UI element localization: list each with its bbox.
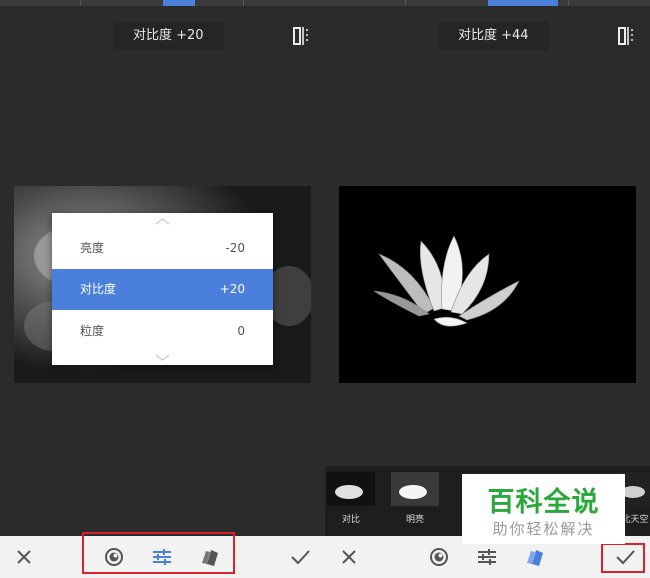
style-label: 对比 <box>341 515 360 525</box>
close-icon[interactable] <box>12 545 36 569</box>
menu-item-label: 对比度 <box>80 282 117 296</box>
menu-item-label: 亮度 <box>80 241 105 255</box>
style-preset-contrast[interactable]: 对比 <box>327 472 375 534</box>
styles-icon[interactable] <box>523 545 547 569</box>
menu-item-value: -20 <box>225 241 245 255</box>
adjustment-value-chip: 对比度 +20 <box>113 22 224 50</box>
style-thumbnail <box>391 472 439 506</box>
highlight-box <box>601 543 645 573</box>
preset-icon[interactable] <box>427 545 451 569</box>
style-thumbnail <box>327 472 375 506</box>
adjustment-slider-track[interactable] <box>0 0 325 6</box>
slider-tick <box>568 0 569 6</box>
menu-item-value: 0 <box>237 324 245 338</box>
slider-tick <box>405 0 406 6</box>
tune-icon[interactable] <box>475 545 499 569</box>
compare-icon[interactable] <box>292 26 312 46</box>
slider-active-segment[interactable] <box>488 0 558 6</box>
check-icon[interactable] <box>288 545 312 569</box>
watermark-logo: 百科全说 助你轻松解决 <box>462 474 625 544</box>
menu-item-grain[interactable]: 粒度 0 <box>52 311 273 351</box>
adjustment-slider-track[interactable] <box>325 0 650 6</box>
slider-active-segment[interactable] <box>163 0 195 6</box>
style-label: 明亮 <box>405 515 424 525</box>
chevron-down-icon[interactable] <box>52 352 273 364</box>
watermark-subtitle: 助你轻松解决 <box>492 520 595 538</box>
menu-item-value: +20 <box>219 282 245 296</box>
style-preset-bright[interactable]: 明亮 <box>391 472 439 534</box>
menu-item-label: 粒度 <box>80 324 105 338</box>
left-editor-screen: 对比度 +20 亮度 -20 对比度 +20 粒度 0 <box>0 0 325 578</box>
close-icon[interactable] <box>337 545 361 569</box>
highlight-box <box>82 532 235 574</box>
menu-item-contrast[interactable]: 对比度 +20 <box>52 269 273 310</box>
slider-tick <box>243 0 244 6</box>
chevron-up-icon[interactable] <box>52 215 273 227</box>
adjustment-menu: 亮度 -20 对比度 +20 粒度 0 <box>52 213 273 365</box>
slider-tick <box>80 0 81 6</box>
compare-icon[interactable] <box>617 26 637 46</box>
menu-item-brightness[interactable]: 亮度 -20 <box>52 228 273 268</box>
lotus-photo <box>339 186 636 383</box>
adjustment-value-chip: 对比度 +44 <box>438 22 549 50</box>
watermark-title: 百科全说 <box>487 487 600 518</box>
